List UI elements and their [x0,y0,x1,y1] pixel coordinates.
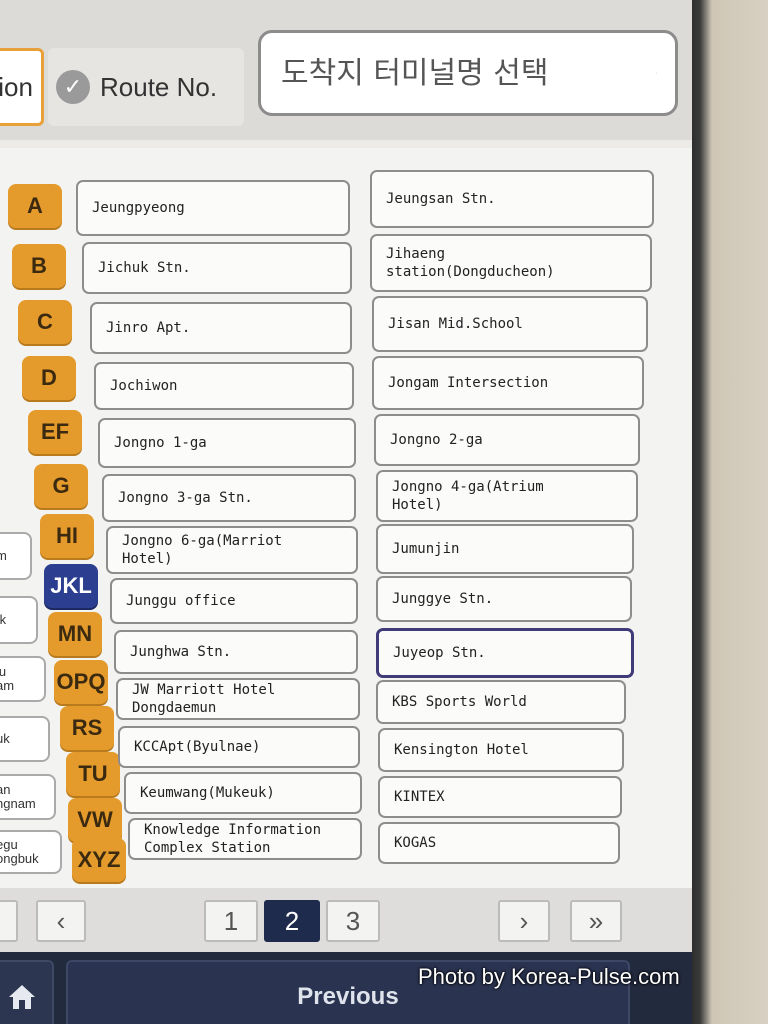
station-button[interactable]: Keumwang(Mukeuk) [124,772,362,814]
page-number: 2 [284,905,300,936]
left-list-label: uk [0,731,10,746]
left-list-label: ju am [0,664,15,693]
station-button[interactable]: Kensington Hotel [378,728,624,772]
tab-route-no[interactable]: ✓ Route No. [48,48,244,126]
left-list-label: ık [0,612,7,627]
page-3-button[interactable]: 3 [326,900,380,942]
tab-route-label: Route No. [100,71,218,102]
station-button[interactable]: Jongno 6-ga(Marriot Hotel) [106,526,358,574]
station-button[interactable]: Junghwa Stn. [114,630,358,674]
previous-label: Previous [297,983,399,1010]
home-button[interactable] [0,960,54,1024]
double-chevron-right-icon: » [588,905,604,936]
letter-hi-button[interactable]: HI [40,514,94,558]
left-list-label: m [0,548,7,563]
letter-tu-button[interactable]: TU [66,752,120,796]
chevron-right-icon: › [519,905,529,936]
page-prev-button[interactable]: ‹ [36,900,86,942]
page-next-button[interactable]: › [498,900,550,942]
search-icon[interactable] [656,56,657,90]
station-button[interactable]: Jichuk Stn. [82,242,352,294]
station-button[interactable]: KINTEX [378,776,622,818]
left-list-item[interactable]: ık [0,596,38,644]
left-list-item[interactable]: egu ongbuk [0,830,62,874]
station-button[interactable]: Jeungpyeong [76,180,350,236]
letter-vw-button[interactable]: VW [68,798,122,842]
left-list-item[interactable]: ju am [0,656,46,702]
station-button[interactable]: KCCApt(Byulnae) [118,726,360,768]
station-button[interactable]: JW Marriott Hotel Dongdaemun [116,678,360,720]
station-button[interactable]: Jongno 1-ga [98,418,356,468]
home-icon [9,985,35,1009]
search-input[interactable] [279,54,656,92]
letter-opq-button[interactable]: OPQ [54,660,108,704]
page-first-button[interactable] [0,900,18,942]
destination-search [258,30,678,116]
page-1-button[interactable]: 1 [204,900,258,942]
left-list-item[interactable]: m [0,532,32,580]
station-button[interactable]: KBS Sports World [376,680,626,724]
station-button[interactable]: Jihaeng station(Dongducheon) [370,234,652,292]
top-bar: tion ✓ Route No. [0,0,692,140]
tab-station-label: tion [0,71,33,102]
station-button[interactable]: Jinro Apt. [90,302,352,354]
station-button[interactable]: Jongno 3-ga Stn. [102,474,356,522]
station-button[interactable]: Jongno 2-ga [374,414,640,466]
station-button[interactable]: Jongam Intersection [372,356,644,410]
kiosk-screen: tion ✓ Route No. m ık ju am uk an ngnam … [0,0,692,1024]
left-list-label: egu ongbuk [0,837,39,866]
station-button[interactable]: Jisan Mid.School [372,296,648,352]
check-icon: ✓ [56,70,90,104]
station-button[interactable]: Jongno 4-ga(Atrium Hotel) [376,470,638,522]
letter-d-button[interactable]: D [22,356,76,400]
letter-jkl-button[interactable]: JKL [44,564,98,608]
station-button[interactable]: Junggu office [110,578,358,624]
page-last-button[interactable]: » [570,900,622,942]
page-number: 1 [223,905,239,936]
station-button[interactable]: Jochiwon [94,362,354,410]
station-button[interactable]: KOGAS [378,822,620,864]
letter-a-button[interactable]: A [8,184,62,228]
page-number: 3 [345,905,361,936]
pagination: ‹ 1 2 3 › » [0,888,692,952]
letter-ef-button[interactable]: EF [28,410,82,454]
letter-xyz-button[interactable]: XYZ [72,838,126,882]
station-button[interactable]: Jumunjin [376,524,634,574]
station-panel: m ık ju am uk an ngnam egu ongbuk ABCD EF… [0,148,692,888]
watermark: Photo by Korea-Pulse.com [418,964,680,989]
tab-station[interactable]: tion [0,48,44,126]
letter-c-button[interactable]: C [18,300,72,344]
left-list-item[interactable]: uk [0,716,50,762]
letter-b-button[interactable]: B [12,244,66,288]
left-list-label: an ngnam [0,782,36,811]
page-2-button[interactable]: 2 [264,900,320,942]
station-button[interactable]: Junggye Stn. [376,576,632,622]
letter-rs-button[interactable]: RS [60,706,114,750]
left-list-item[interactable]: an ngnam [0,774,56,820]
station-button[interactable]: Knowledge Information Complex Station [128,818,362,860]
kiosk-bezel [690,0,768,1024]
letter-g-button[interactable]: G [34,464,88,508]
station-button[interactable]: Jeungsan Stn. [370,170,654,228]
letter-mn-button[interactable]: MN [48,612,102,656]
station-button[interactable]: Juyeop Stn. [376,628,634,678]
chevron-left-icon: ‹ [56,905,66,936]
